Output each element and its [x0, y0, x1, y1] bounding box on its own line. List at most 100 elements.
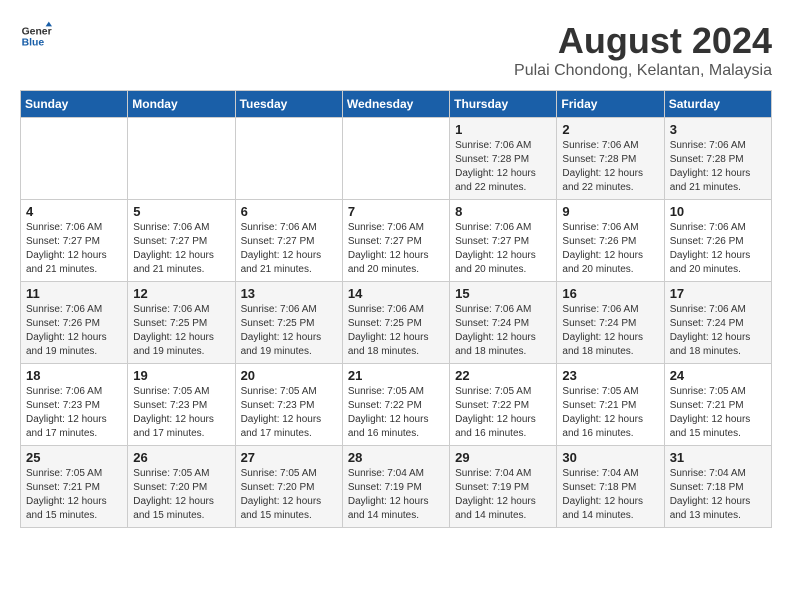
day-number: 4	[26, 204, 122, 219]
day-info: Sunrise: 7:06 AM Sunset: 7:27 PM Dayligh…	[133, 221, 229, 277]
day-info: Sunrise: 7:06 AM Sunset: 7:27 PM Dayligh…	[26, 221, 122, 277]
day-number: 30	[562, 450, 658, 465]
table-row: 21 Sunrise: 7:05 AM Sunset: 7:22 PM Dayli…	[342, 364, 449, 446]
day-info: Sunrise: 7:06 AM Sunset: 7:24 PM Dayligh…	[455, 303, 551, 359]
day-info: Sunrise: 7:04 AM Sunset: 7:18 PM Dayligh…	[562, 467, 658, 523]
day-info: Sunrise: 7:04 AM Sunset: 7:19 PM Dayligh…	[455, 467, 551, 523]
calendar-week-5: 25 Sunrise: 7:05 AM Sunset: 7:21 PM Dayli…	[21, 446, 772, 528]
table-row: 9Sunrise: 7:06 AM Sunset: 7:26 PM Daylig…	[557, 200, 664, 282]
table-row: 3 Sunrise: 7:06 AM Sunset: 7:28 PM Daylig…	[664, 118, 771, 200]
table-row: 26 Sunrise: 7:05 AM Sunset: 7:20 PM Dayli…	[128, 446, 235, 528]
day-info: Sunrise: 7:05 AM Sunset: 7:20 PM Dayligh…	[241, 467, 337, 523]
day-number: 22	[455, 368, 551, 383]
day-info: Sunrise: 7:05 AM Sunset: 7:21 PM Dayligh…	[670, 385, 766, 441]
day-info: Sunrise: 7:05 AM Sunset: 7:21 PM Dayligh…	[562, 385, 658, 441]
logo: General Blue	[20, 20, 52, 52]
header-tuesday: Tuesday	[235, 91, 342, 118]
table-row: 22 Sunrise: 7:05 AM Sunset: 7:22 PM Dayli…	[450, 364, 557, 446]
day-info: Sunrise: 7:06 AM Sunset: 7:27 PM Dayligh…	[241, 221, 337, 277]
calendar-title: August 2024	[514, 20, 772, 62]
svg-text:General: General	[22, 26, 52, 37]
table-row: 11 Sunrise: 7:06 AM Sunset: 7:26 PM Dayli…	[21, 282, 128, 364]
day-info: Sunrise: 7:06 AM Sunset: 7:26 PM Dayligh…	[26, 303, 122, 359]
day-info: Sunrise: 7:05 AM Sunset: 7:22 PM Dayligh…	[455, 385, 551, 441]
table-row: 23 Sunrise: 7:05 AM Sunset: 7:21 PM Dayli…	[557, 364, 664, 446]
day-number: 23	[562, 368, 658, 383]
table-row: 27Sunrise: 7:05 AM Sunset: 7:20 PM Dayli…	[235, 446, 342, 528]
table-row: 8 Sunrise: 7:06 AM Sunset: 7:27 PM Daylig…	[450, 200, 557, 282]
table-row	[128, 118, 235, 200]
day-number: 13	[241, 286, 337, 301]
day-info: Sunrise: 7:05 AM Sunset: 7:22 PM Dayligh…	[348, 385, 444, 441]
header-saturday: Saturday	[664, 91, 771, 118]
table-row: 20Sunrise: 7:05 AM Sunset: 7:23 PM Dayli…	[235, 364, 342, 446]
calendar-week-4: 18 Sunrise: 7:06 AM Sunset: 7:23 PM Dayli…	[21, 364, 772, 446]
day-number: 8	[455, 204, 551, 219]
day-info: Sunrise: 7:06 AM Sunset: 7:28 PM Dayligh…	[670, 139, 766, 195]
header: General Blue August 2024 Pulai Chondong,…	[20, 20, 772, 80]
table-row: 29 Sunrise: 7:04 AM Sunset: 7:19 PM Dayli…	[450, 446, 557, 528]
day-info: Sunrise: 7:05 AM Sunset: 7:21 PM Dayligh…	[26, 467, 122, 523]
day-number: 15	[455, 286, 551, 301]
table-row: 15 Sunrise: 7:06 AM Sunset: 7:24 PM Dayli…	[450, 282, 557, 364]
day-info: Sunrise: 7:06 AM Sunset: 7:23 PM Dayligh…	[26, 385, 122, 441]
table-row: 18 Sunrise: 7:06 AM Sunset: 7:23 PM Dayli…	[21, 364, 128, 446]
day-info: Sunrise: 7:06 AM Sunset: 7:28 PM Dayligh…	[455, 139, 551, 195]
header-friday: Friday	[557, 91, 664, 118]
calendar-subtitle: Pulai Chondong, Kelantan, Malaysia	[514, 62, 772, 80]
calendar-table: Sunday Monday Tuesday Wednesday Thursday…	[20, 90, 772, 528]
day-info: Sunrise: 7:04 AM Sunset: 7:19 PM Dayligh…	[348, 467, 444, 523]
header-monday: Monday	[128, 91, 235, 118]
day-number: 17	[670, 286, 766, 301]
table-row: 4 Sunrise: 7:06 AM Sunset: 7:27 PM Daylig…	[21, 200, 128, 282]
table-row: 25 Sunrise: 7:05 AM Sunset: 7:21 PM Dayli…	[21, 446, 128, 528]
day-number: 1	[455, 122, 551, 137]
day-number: 31	[670, 450, 766, 465]
day-number: 14	[348, 286, 444, 301]
day-number: 19	[133, 368, 229, 383]
title-section: August 2024 Pulai Chondong, Kelantan, Ma…	[514, 20, 772, 80]
calendar-header-row: Sunday Monday Tuesday Wednesday Thursday…	[21, 91, 772, 118]
day-number: 21	[348, 368, 444, 383]
table-row: 16Sunrise: 7:06 AM Sunset: 7:24 PM Dayli…	[557, 282, 664, 364]
day-info: Sunrise: 7:06 AM Sunset: 7:28 PM Dayligh…	[562, 139, 658, 195]
calendar-week-1: 1 Sunrise: 7:06 AM Sunset: 7:28 PM Daylig…	[21, 118, 772, 200]
svg-text:Blue: Blue	[22, 38, 45, 49]
table-row: 6 Sunrise: 7:06 AM Sunset: 7:27 PM Daylig…	[235, 200, 342, 282]
day-info: Sunrise: 7:04 AM Sunset: 7:18 PM Dayligh…	[670, 467, 766, 523]
day-number: 5	[133, 204, 229, 219]
header-thursday: Thursday	[450, 91, 557, 118]
table-row: 1 Sunrise: 7:06 AM Sunset: 7:28 PM Daylig…	[450, 118, 557, 200]
day-number: 11	[26, 286, 122, 301]
day-info: Sunrise: 7:06 AM Sunset: 7:26 PM Dayligh…	[562, 221, 658, 277]
table-row	[235, 118, 342, 200]
table-row: 17 Sunrise: 7:06 AM Sunset: 7:24 PM Dayli…	[664, 282, 771, 364]
table-row: 31 Sunrise: 7:04 AM Sunset: 7:18 PM Dayli…	[664, 446, 771, 528]
table-row: 5 Sunrise: 7:06 AM Sunset: 7:27 PM Daylig…	[128, 200, 235, 282]
day-number: 16	[562, 286, 658, 301]
day-info: Sunrise: 7:06 AM Sunset: 7:27 PM Dayligh…	[455, 221, 551, 277]
day-number: 26	[133, 450, 229, 465]
day-info: Sunrise: 7:06 AM Sunset: 7:25 PM Dayligh…	[133, 303, 229, 359]
table-row: 13 Sunrise: 7:06 AM Sunset: 7:25 PM Dayli…	[235, 282, 342, 364]
day-number: 29	[455, 450, 551, 465]
day-number: 7	[348, 204, 444, 219]
day-info: Sunrise: 7:06 AM Sunset: 7:26 PM Dayligh…	[670, 221, 766, 277]
day-number: 10	[670, 204, 766, 219]
day-number: 3	[670, 122, 766, 137]
table-row: 24 Sunrise: 7:05 AM Sunset: 7:21 PM Dayli…	[664, 364, 771, 446]
day-number: 6	[241, 204, 337, 219]
day-number: 28	[348, 450, 444, 465]
day-info: Sunrise: 7:06 AM Sunset: 7:25 PM Dayligh…	[348, 303, 444, 359]
day-info: Sunrise: 7:06 AM Sunset: 7:25 PM Dayligh…	[241, 303, 337, 359]
table-row: 12Sunrise: 7:06 AM Sunset: 7:25 PM Dayli…	[128, 282, 235, 364]
day-number: 18	[26, 368, 122, 383]
header-wednesday: Wednesday	[342, 91, 449, 118]
table-row: 14 Sunrise: 7:06 AM Sunset: 7:25 PM Dayli…	[342, 282, 449, 364]
day-info: Sunrise: 7:05 AM Sunset: 7:23 PM Dayligh…	[241, 385, 337, 441]
day-number: 25	[26, 450, 122, 465]
day-info: Sunrise: 7:06 AM Sunset: 7:24 PM Dayligh…	[670, 303, 766, 359]
day-info: Sunrise: 7:06 AM Sunset: 7:27 PM Dayligh…	[348, 221, 444, 277]
day-number: 24	[670, 368, 766, 383]
day-info: Sunrise: 7:05 AM Sunset: 7:20 PM Dayligh…	[133, 467, 229, 523]
